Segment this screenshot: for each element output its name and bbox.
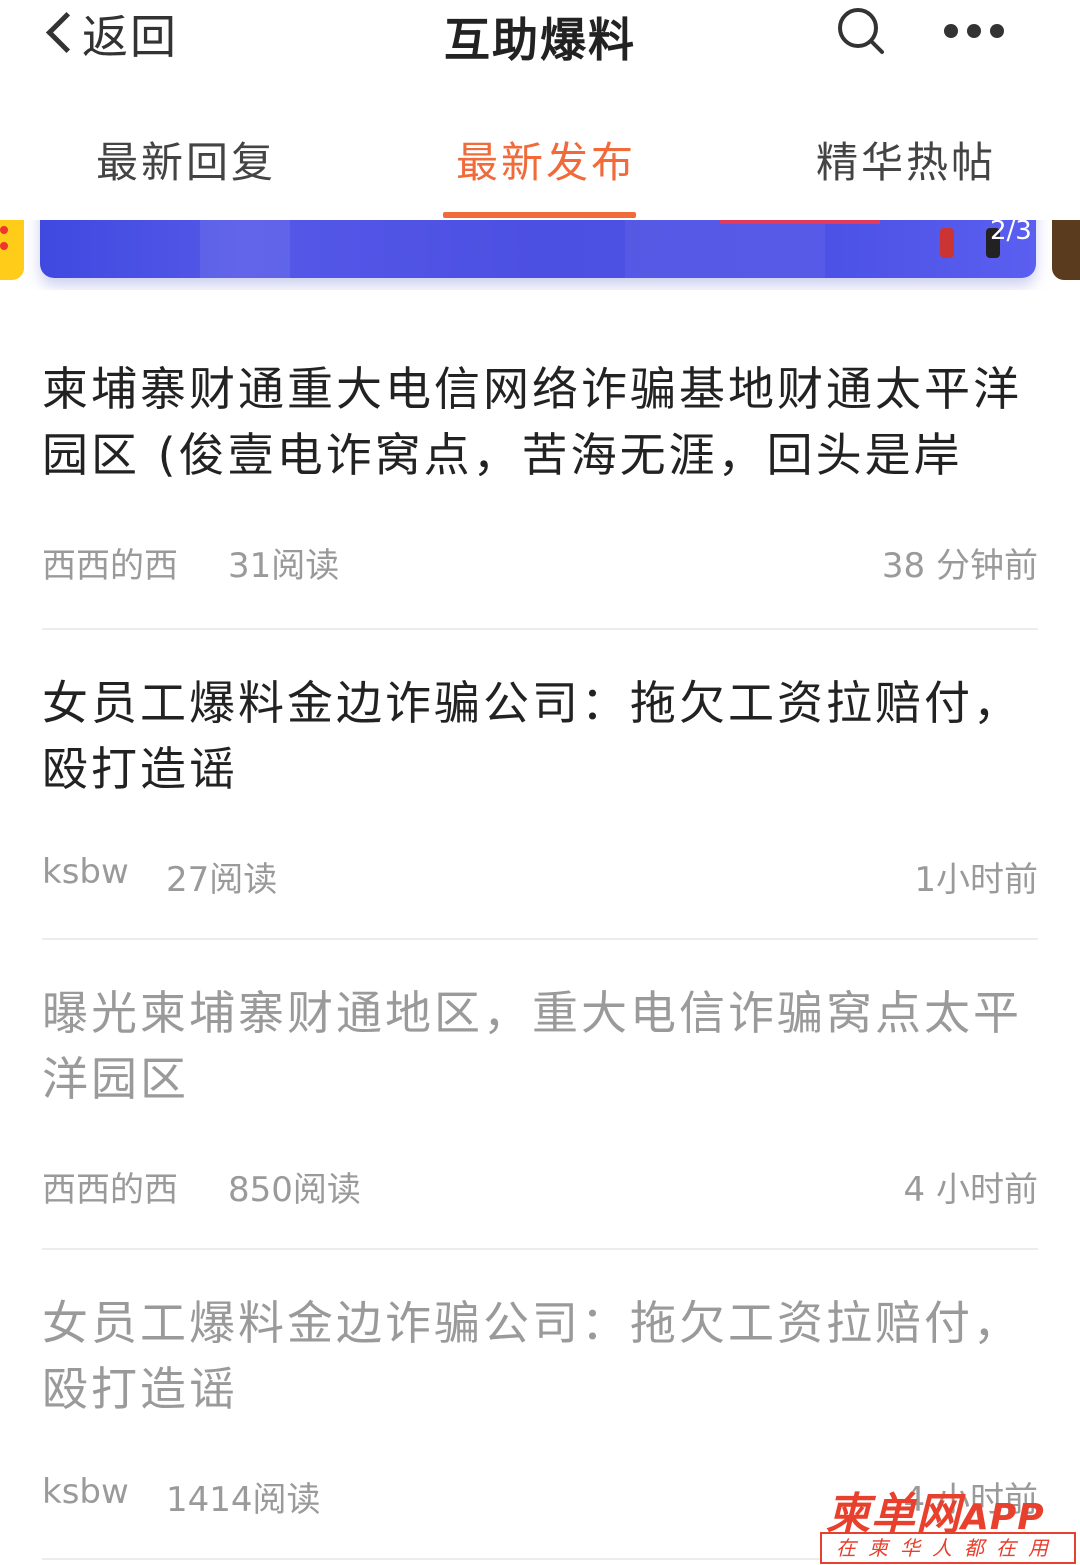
active-tab-indicator [443,212,636,218]
post-author: ksbw [42,1472,129,1512]
post-time: 38 分钟前 [881,546,1038,586]
carousel-next-card[interactable] [1052,220,1080,280]
post-time: 4 小时前 [903,1170,1038,1210]
tab-latest-reply[interactable]: 最新回复 [96,129,276,190]
banner-figure [940,228,954,258]
banner-card[interactable]: 2/3 [40,220,1036,278]
app-screen: 返回 互助爆料 最新回复 最新发布 精华热帖 2/3 柬埔寨财通重大电信网络诈骗… [0,0,1080,1565]
search-icon[interactable] [836,6,886,56]
post-list: 柬埔寨财通重大电信网络诈骗基地财通太平洋园区 (俊壹电诈窝点，苦海无涯，回头是岸… [42,290,1038,1560]
tab-bar: 最新回复 最新发布 精华热帖 [0,115,1080,220]
list-item[interactable]: 柬埔寨财通重大电信网络诈骗基地财通太平洋园区 (俊壹电诈窝点，苦海无涯，回头是岸… [42,290,1038,630]
banner-carousel: 2/3 [0,220,1080,290]
list-item[interactable]: 曝光柬埔寨财通地区，重大电信诈骗窝点太平洋园区 西西的西 850阅读 4 小时前 [42,940,1038,1250]
post-read-count: 31阅读 [228,546,340,586]
tab-featured[interactable]: 精华热帖 [816,129,996,190]
post-title: 曝光柬埔寨财通地区，重大电信诈骗窝点太平洋园区 [42,986,1022,1106]
post-time: 1小时前 [914,860,1038,900]
post-title: 柬埔寨财通重大电信网络诈骗基地财通太平洋园区 (俊壹电诈窝点，苦海无涯，回头是岸 [42,362,1022,482]
post-title: 女员工爆料金边诈骗公司：拖欠工资拉赔付，殴打造谣 [42,1296,1022,1416]
watermark-logo: 柬单网APP 在柬华人都在用 [820,1478,1076,1564]
post-author: 西西的西 [42,1170,178,1210]
banner-graphic [200,220,290,278]
list-item[interactable]: 女员工爆料金边诈骗公司：拖欠工资拉赔付，殴打造谣 ksbw 27阅读 1小时前 [42,630,1038,940]
post-read-count: 850阅读 [228,1170,361,1210]
tab-latest-post[interactable]: 最新发布 [456,129,636,190]
banner-graphic [720,220,880,224]
page-title: 互助爆料 [444,13,636,67]
banner-graphic [625,220,825,278]
more-dots-icon[interactable] [944,16,1008,46]
post-author: 西西的西 [42,546,178,586]
post-author: ksbw [42,852,129,892]
watermark-slogan: 在柬华人都在用 [820,1532,1076,1564]
carousel-counter: 2/3 [990,220,1032,246]
carousel-prev-card[interactable] [0,220,24,280]
post-read-count: 1414阅读 [166,1480,321,1520]
top-nav-bar: 返回 互助爆料 [0,0,1080,95]
post-title: 女员工爆料金边诈骗公司：拖欠工资拉赔付，殴打造谣 [42,676,1022,796]
post-read-count: 27阅读 [166,860,278,900]
